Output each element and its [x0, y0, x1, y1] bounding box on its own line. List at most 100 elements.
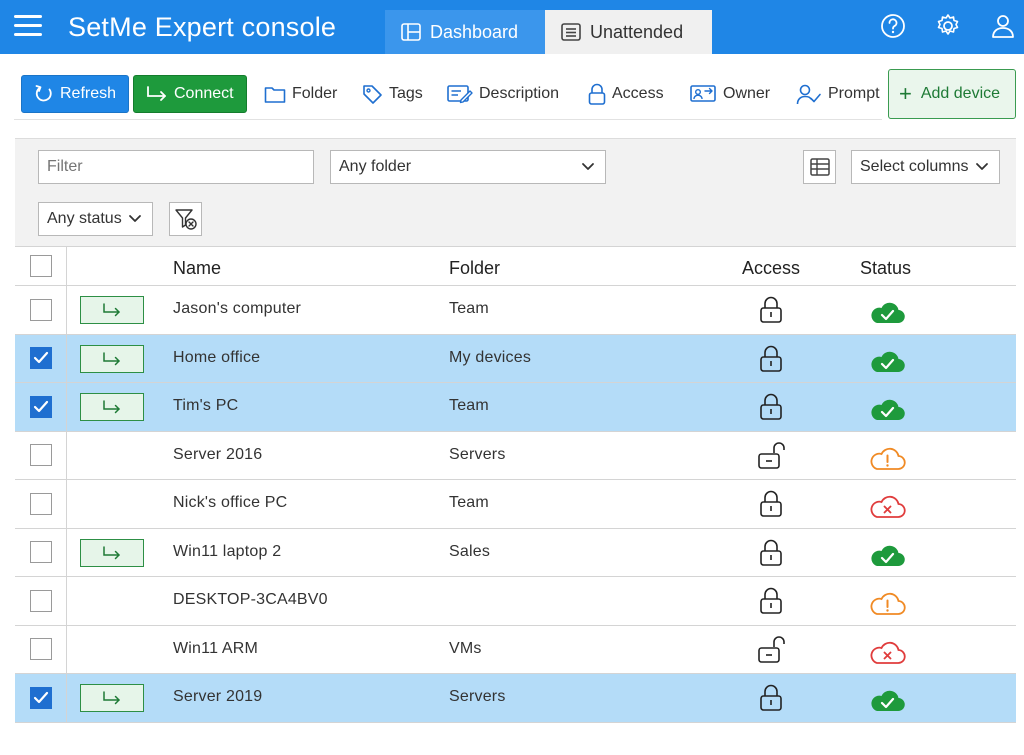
table-row[interactable]: Server 2016 Servers	[15, 431, 1016, 480]
refresh-button[interactable]: Refresh	[21, 75, 129, 113]
filter-input[interactable]	[38, 150, 314, 184]
folder-button[interactable]: Folder	[264, 82, 337, 106]
table-row[interactable]: Server 2019 Servers	[15, 674, 1016, 723]
row-connect-button[interactable]	[80, 538, 144, 567]
row-checkbox-cell	[15, 383, 67, 431]
row-checkbox-cell	[15, 528, 67, 576]
connect-label: Connect	[174, 85, 234, 102]
table-row[interactable]: Tim's PC Team	[15, 383, 1016, 432]
connect-arrow-icon	[103, 351, 120, 365]
table-header: Name Folder Access Status	[15, 246, 1016, 286]
connect-arrow-icon	[103, 400, 120, 414]
row-checkbox[interactable]	[29, 541, 52, 564]
device-name[interactable]: Home office	[173, 349, 260, 367]
owner-transfer-icon	[690, 85, 716, 102]
status-select[interactable]: Any status	[38, 202, 153, 236]
row-connect-button[interactable]	[80, 684, 144, 712]
user-check-icon	[796, 84, 821, 105]
connect-button[interactable]: Connect	[133, 75, 247, 113]
row-checkbox[interactable]	[29, 638, 52, 661]
row-checkbox-cell	[15, 674, 67, 722]
lock-icon	[760, 684, 782, 711]
row-checkbox[interactable]	[29, 589, 52, 612]
unlocked-icon	[758, 441, 785, 469]
cloud-offline-icon	[870, 641, 906, 664]
clear-filters-button[interactable]	[169, 202, 202, 236]
refresh-icon	[35, 85, 52, 102]
user-icon[interactable]	[990, 13, 1016, 39]
chevron-down-icon	[129, 215, 141, 222]
device-folder: Team	[449, 300, 489, 317]
lock-icon	[760, 345, 782, 372]
device-name[interactable]: Server 2016	[173, 446, 262, 464]
row-checkbox[interactable]	[29, 444, 52, 467]
access-column-header[interactable]: Access	[742, 258, 800, 279]
cloud-online-icon	[871, 399, 905, 421]
prompt-label: Prompt	[828, 85, 880, 102]
tags-label: Tags	[389, 85, 423, 102]
tab-dashboard[interactable]: Dashboard	[385, 10, 545, 54]
folder-select[interactable]: Any folder	[330, 150, 606, 184]
description-button[interactable]: Description	[447, 82, 559, 106]
checkmark-icon	[33, 352, 48, 364]
menu-icon[interactable]	[14, 13, 42, 39]
table-row[interactable]: Nick's office PC Team	[15, 480, 1016, 529]
list-icon	[561, 23, 581, 41]
device-name[interactable]: Tim's PC	[173, 397, 238, 415]
folder-select-value: Any folder	[339, 158, 412, 175]
row-connect-button[interactable]	[80, 296, 144, 324]
tags-button[interactable]: Tags	[362, 82, 423, 106]
app-header: SetMe Expert console Dashboard Unattende…	[0, 0, 1024, 54]
select-all-checkbox[interactable]	[29, 255, 52, 277]
tab-unattended[interactable]: Unattended	[545, 10, 712, 54]
row-connect-button[interactable]	[80, 344, 144, 373]
toolbar: Refresh Connect Folder Tags Description	[14, 66, 882, 120]
connect-arrow-icon	[103, 691, 120, 705]
help-icon[interactable]	[880, 13, 906, 39]
lock-icon	[760, 587, 782, 614]
app-title: SetMe Expert console	[68, 12, 337, 42]
device-name[interactable]: Jason's computer	[173, 300, 301, 318]
device-name[interactable]: DESKTOP-3CA4BV0	[173, 591, 328, 609]
table-row[interactable]: Win11 laptop 2 Sales	[15, 528, 1016, 577]
tab-dashboard-label: Dashboard	[430, 21, 519, 42]
row-checkbox[interactable]	[29, 492, 52, 515]
device-name[interactable]: Nick's office PC	[173, 494, 287, 512]
lock-icon	[760, 490, 782, 517]
connect-arrow-icon	[103, 303, 120, 317]
owner-button[interactable]: Owner	[690, 82, 770, 106]
table-row[interactable]: Jason's computer Team	[15, 286, 1016, 335]
table-view-button[interactable]	[803, 150, 836, 184]
tag-icon	[363, 84, 382, 104]
tab-unattended-label: Unattended	[590, 21, 684, 42]
settings-icon[interactable]	[935, 13, 961, 39]
name-column-header[interactable]: Name	[173, 258, 221, 279]
refresh-label: Refresh	[60, 85, 117, 102]
row-checkbox[interactable]	[29, 686, 52, 709]
access-button[interactable]: Access	[588, 82, 664, 106]
cloud-online-icon	[871, 351, 905, 372]
prompt-button[interactable]: Prompt	[796, 82, 880, 106]
status-select-value: Any status	[47, 210, 122, 227]
add-device-button[interactable]: + Add device	[888, 69, 1016, 119]
row-checkbox[interactable]	[29, 395, 52, 418]
device-name[interactable]: Server 2019	[173, 688, 262, 706]
select-columns-value: Select columns	[860, 158, 969, 175]
device-name[interactable]: Win11 laptop 2	[173, 543, 281, 561]
select-columns-dropdown[interactable]: Select columns	[851, 150, 1000, 184]
chevron-down-icon	[976, 163, 988, 170]
row-connect-button[interactable]	[80, 393, 144, 421]
table-row[interactable]: DESKTOP-3CA4BV0	[15, 577, 1016, 626]
device-name[interactable]: Win11 ARM	[173, 640, 258, 658]
row-checkbox[interactable]	[29, 347, 52, 370]
status-column-header[interactable]: Status	[860, 258, 911, 279]
folder-column-header[interactable]: Folder	[449, 258, 500, 279]
checkmark-icon	[33, 691, 48, 703]
table-grid-icon	[809, 158, 830, 176]
access-label: Access	[612, 85, 664, 102]
table-row[interactable]: Win11 ARM VMs	[15, 625, 1016, 674]
row-checkbox-cell	[15, 480, 67, 528]
row-checkbox[interactable]	[29, 298, 52, 321]
table-row[interactable]: Home office My devices	[15, 334, 1016, 383]
lock-icon	[588, 83, 606, 105]
